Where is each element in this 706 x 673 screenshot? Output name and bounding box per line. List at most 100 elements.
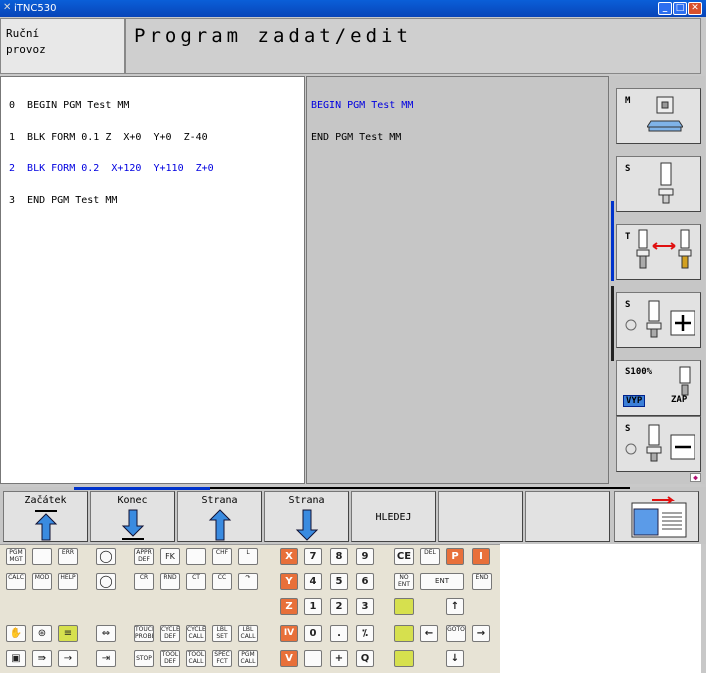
key-tool-call[interactable]: TOOL CALL bbox=[186, 650, 206, 667]
program-line[interactable]: 3 END PGM Test MM bbox=[9, 195, 296, 207]
softkey-spindle-plus[interactable]: S bbox=[616, 292, 701, 348]
key-5[interactable]: 5 bbox=[330, 573, 348, 590]
softkey-page-down[interactable]: Strana bbox=[264, 491, 349, 542]
key-1[interactable]: 1 bbox=[304, 598, 322, 615]
softkey-t[interactable]: T bbox=[616, 224, 701, 280]
key-arrow-right[interactable]: → bbox=[472, 625, 490, 642]
key-lbl-set[interactable]: LBL SET bbox=[212, 625, 232, 642]
key-z[interactable]: Z bbox=[280, 598, 298, 615]
key-ent[interactable]: ENT bbox=[420, 573, 464, 590]
key-9[interactable]: 9 bbox=[356, 548, 374, 565]
softkey-empty-7[interactable] bbox=[525, 491, 610, 542]
key-touch-probe[interactable]: TOUCH PROBE bbox=[134, 625, 154, 642]
program-line[interactable]: 1 BLK FORM 0.1 Z X+0 Y+0 Z-40 bbox=[9, 132, 296, 144]
program-editor[interactable]: 0 BEGIN PGM Test MM 1 BLK FORM 0.1 Z X+0… bbox=[0, 76, 305, 484]
key-arrow-down[interactable]: ↓ bbox=[446, 650, 464, 667]
key-blank-1[interactable] bbox=[32, 548, 52, 565]
key-auto[interactable]: ⊛ bbox=[32, 625, 52, 642]
key-chf[interactable]: CHF bbox=[212, 548, 232, 565]
close-button[interactable]: ✕ bbox=[688, 2, 702, 15]
key-no-ent[interactable]: NO ENT bbox=[394, 573, 414, 590]
key-i[interactable]: I bbox=[472, 548, 490, 565]
key-mod[interactable]: MOD bbox=[32, 573, 52, 590]
key-spec-fct[interactable]: SPEC FCT bbox=[212, 650, 232, 667]
spindle-off-toggle[interactable]: VYP bbox=[623, 395, 646, 407]
softkey-spindle-override[interactable]: S100% VYP ZAP bbox=[616, 360, 701, 416]
key-cycle-def[interactable]: CYCLE DEF bbox=[160, 625, 180, 642]
key-single-block[interactable]: ≡ bbox=[58, 625, 78, 642]
key-cc[interactable]: CC bbox=[212, 573, 232, 590]
key-tool-def[interactable]: TOOL DEF bbox=[160, 650, 180, 667]
key-p[interactable]: P bbox=[446, 548, 464, 565]
softkey-end[interactable]: Konec bbox=[90, 491, 175, 542]
key-arc[interactable]: ↷ bbox=[238, 573, 258, 590]
softkey-switch-icon[interactable]: ◆ bbox=[690, 473, 701, 482]
key-y[interactable]: Y bbox=[280, 573, 298, 590]
softkey-layout[interactable] bbox=[614, 491, 699, 542]
program-structure-pane[interactable]: BEGIN PGM Test MM END PGM Test MM bbox=[306, 76, 609, 484]
key-ce[interactable]: CE bbox=[394, 548, 414, 565]
key-program-run[interactable]: ⇔ bbox=[96, 625, 116, 642]
key-arrow-up[interactable]: ↑ bbox=[446, 598, 464, 615]
softkey-spindle-minus[interactable]: S bbox=[616, 416, 701, 472]
key-ct[interactable]: CT bbox=[186, 573, 206, 590]
key-decimal[interactable]: . bbox=[330, 625, 348, 642]
key-program-icon[interactable] bbox=[394, 598, 414, 615]
structure-line-selected[interactable]: BEGIN PGM Test MM bbox=[311, 100, 604, 112]
program-line[interactable]: 0 BEGIN PGM Test MM bbox=[9, 100, 296, 112]
key-q[interactable]: Q bbox=[356, 650, 374, 667]
key-calc[interactable]: CALC bbox=[6, 573, 26, 590]
key-del[interactable]: DEL bbox=[420, 548, 440, 565]
program-line-selected[interactable]: 2 BLK FORM 0.2 X+120 Y+110 Z+0 bbox=[9, 163, 296, 175]
key-stop[interactable]: STOP bbox=[134, 650, 154, 667]
key-6[interactable]: 6 bbox=[356, 573, 374, 590]
key-pgm-call[interactable]: PGM CALL bbox=[238, 650, 258, 667]
arrow-up-icon bbox=[208, 509, 231, 541]
key-appr-dep[interactable]: APPR DEF bbox=[134, 548, 154, 565]
key-fk[interactable]: FK bbox=[160, 548, 180, 565]
key-pgm-mgt[interactable]: PGM MGT bbox=[6, 548, 26, 565]
softkey-page-up[interactable]: Strana bbox=[177, 491, 262, 542]
key-v[interactable]: V bbox=[280, 650, 298, 667]
key-7[interactable]: 7 bbox=[304, 548, 322, 565]
softkey-search[interactable]: HLEDEJ bbox=[351, 491, 436, 542]
key-plus[interactable]: + bbox=[330, 650, 348, 667]
softkey-empty-6[interactable] bbox=[438, 491, 523, 542]
key-hand[interactable]: ✋ bbox=[6, 625, 26, 642]
key-program-down[interactable] bbox=[394, 650, 414, 667]
key-rotate-2[interactable]: ◯ bbox=[96, 573, 116, 590]
key-line[interactable]: L bbox=[238, 548, 258, 565]
key-3[interactable]: 3 bbox=[356, 598, 374, 615]
key-program-up[interactable] bbox=[394, 625, 414, 642]
key-rotate[interactable]: ◯ bbox=[96, 548, 116, 565]
key-0[interactable]: 0 bbox=[304, 625, 322, 642]
softkey-s[interactable]: S bbox=[616, 156, 701, 212]
key-run-step[interactable]: → bbox=[58, 650, 78, 667]
minimize-button[interactable]: _ bbox=[658, 2, 672, 15]
key-end[interactable]: END bbox=[472, 573, 492, 590]
key-cycle-call[interactable]: CYCLE CALL bbox=[186, 625, 206, 642]
key-blank-3[interactable] bbox=[304, 650, 322, 667]
key-screen[interactable]: ▣ bbox=[6, 650, 26, 667]
key-help[interactable]: HELP bbox=[58, 573, 78, 590]
key-rnd[interactable]: RND bbox=[160, 573, 180, 590]
key-2[interactable]: 2 bbox=[330, 598, 348, 615]
softkey-begin[interactable]: Začátek bbox=[3, 491, 88, 542]
key-blank-2[interactable] bbox=[186, 548, 206, 565]
key-x[interactable]: X bbox=[280, 548, 298, 565]
key-run-block[interactable]: ⇥ bbox=[96, 650, 116, 667]
key-err[interactable]: ERR bbox=[58, 548, 78, 565]
key-4[interactable]: 4 bbox=[304, 573, 322, 590]
key-iv[interactable]: IV bbox=[280, 625, 298, 642]
key-8[interactable]: 8 bbox=[330, 548, 348, 565]
softkey-m[interactable]: M bbox=[616, 88, 701, 144]
spindle-on-toggle[interactable]: ZAP bbox=[671, 395, 687, 405]
maximize-button[interactable]: □ bbox=[673, 2, 687, 15]
key-lbl-call[interactable]: LBL CALL bbox=[238, 625, 258, 642]
key-goto[interactable]: GOTO bbox=[446, 625, 466, 642]
key-arrow-left[interactable]: ← bbox=[420, 625, 438, 642]
key-cr[interactable]: CR bbox=[134, 573, 154, 590]
key-sign[interactable]: ⁒ bbox=[356, 625, 374, 642]
key-run-full[interactable]: ⇛ bbox=[32, 650, 52, 667]
structure-line[interactable]: END PGM Test MM bbox=[311, 132, 604, 144]
